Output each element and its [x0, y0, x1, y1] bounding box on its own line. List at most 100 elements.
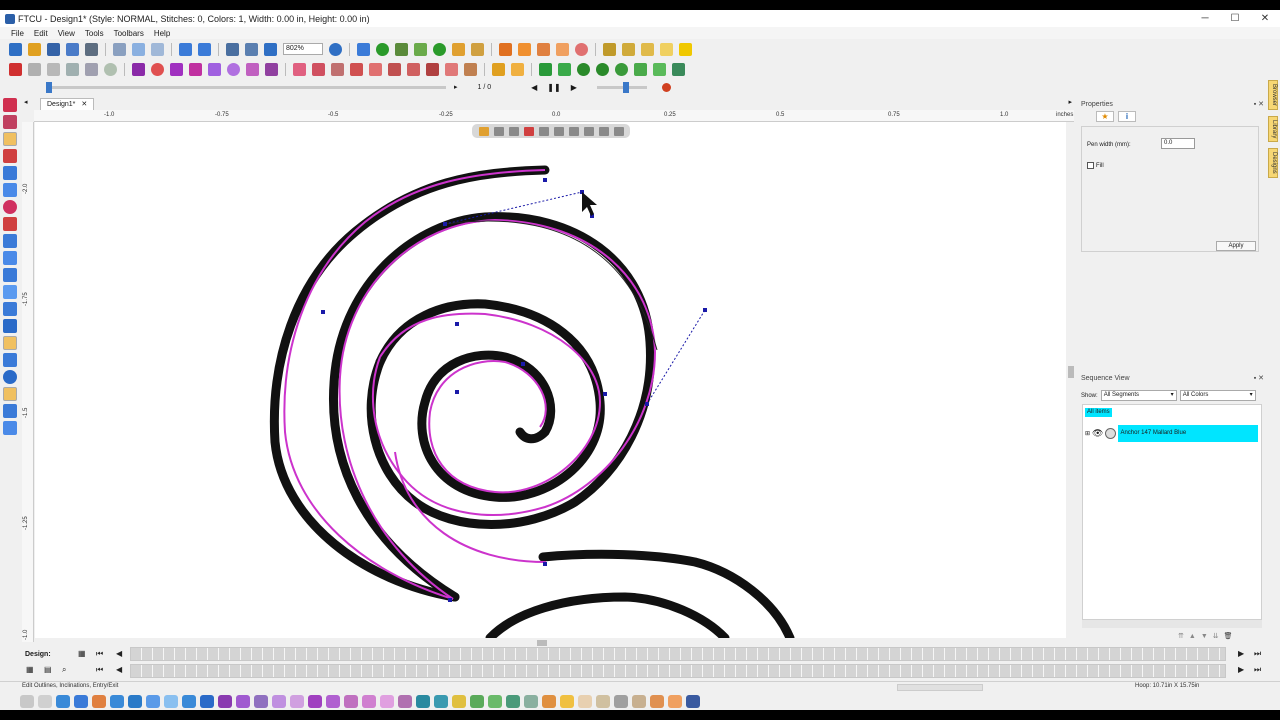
settings-gear-icon[interactable] [264, 42, 277, 56]
knife-tool-icon[interactable] [3, 217, 17, 231]
panel-close-icon[interactable]: ▪ ✕ [1254, 100, 1264, 110]
zoom-icon[interactable] [329, 42, 342, 56]
hoop-tool-icon[interactable] [3, 319, 17, 333]
star-fill-icon[interactable] [218, 695, 232, 708]
color-wheel-icon[interactable] [151, 62, 164, 76]
star-outline-icon[interactable] [236, 695, 250, 708]
wave-fill-icon[interactable] [524, 695, 538, 708]
curve-tool-icon[interactable] [3, 183, 17, 197]
move-down-icon[interactable]: ▼ [1201, 633, 1208, 640]
frame-tool-icon[interactable] [3, 302, 17, 316]
design-canvas[interactable] [35, 122, 1067, 638]
star-wave-icon[interactable] [326, 695, 340, 708]
stitch-tool-icon[interactable] [3, 336, 17, 350]
rotate-free-icon[interactable] [615, 62, 628, 76]
stitch-slider-thumb[interactable] [46, 81, 52, 93]
bean-stitch-icon[interactable] [38, 695, 52, 708]
sparkle-icon[interactable] [518, 42, 531, 56]
open-folder-icon[interactable] [28, 42, 41, 56]
play-forward-icon[interactable]: ▸ [454, 83, 458, 91]
needle-icon[interactable] [395, 42, 408, 56]
trapunto-icon[interactable] [614, 695, 628, 708]
menu-edit[interactable]: Edit [34, 29, 48, 38]
share-icon[interactable] [357, 42, 370, 56]
tab-design1[interactable]: Design1* ✕ [40, 98, 95, 110]
center-icon[interactable] [492, 62, 505, 76]
diamond-icon[interactable] [189, 62, 202, 76]
fill-icon[interactable] [471, 42, 484, 56]
circle-frame-icon[interactable] [575, 42, 588, 56]
font-icon[interactable] [132, 62, 145, 76]
net-fill-icon[interactable] [434, 695, 448, 708]
menu-view[interactable]: View [58, 29, 75, 38]
stitch-slider[interactable] [46, 81, 446, 93]
triple-run-icon[interactable] [200, 695, 214, 708]
node-point[interactable] [321, 310, 325, 314]
gradient-fill-icon[interactable] [380, 695, 394, 708]
stop-icon[interactable] [661, 82, 671, 92]
ungroup-objects-icon[interactable] [653, 62, 666, 76]
move-up-icon[interactable]: ▲ [1189, 633, 1196, 640]
frame-icon[interactable] [556, 42, 569, 56]
copy-icon[interactable] [132, 42, 145, 56]
lettering-a-icon[interactable] [686, 695, 700, 708]
lock-icon[interactable] [464, 62, 477, 76]
zoom-tool-icon[interactable] [3, 200, 17, 214]
table-icon[interactable]: ▤ [44, 665, 52, 674]
hoop-edit-icon[interactable] [641, 42, 654, 56]
pen-width-input[interactable]: 0.0 [1161, 138, 1195, 149]
fill-option[interactable]: Fill [1087, 162, 1104, 169]
tab-library[interactable]: Library [1268, 116, 1278, 143]
column-icon[interactable] [110, 695, 124, 708]
shape-tool-icon[interactable] [3, 234, 17, 248]
hand-stitch-icon[interactable] [650, 695, 664, 708]
text-tool-icon[interactable] [9, 62, 22, 76]
corner-node-icon[interactable] [553, 126, 564, 136]
view-design-icon[interactable] [226, 42, 239, 56]
delete-trash-icon[interactable]: 🗑 [1224, 632, 1233, 640]
add-node-icon[interactable] [493, 126, 504, 136]
hoop-select-icon[interactable] [622, 42, 635, 56]
speed-slider-thumb[interactable] [622, 81, 629, 93]
applique-frame-icon[interactable] [578, 695, 592, 708]
curve-node-icon[interactable] [538, 126, 549, 136]
fancy-fill-icon[interactable] [344, 695, 358, 708]
photo-stitch-icon[interactable] [542, 695, 556, 708]
star-sparkle-icon[interactable] [679, 42, 692, 56]
magic-icon[interactable] [499, 42, 512, 56]
fill-tool-icon[interactable] [3, 268, 17, 282]
tab-scroll-right-icon[interactable]: ▸ [1068, 98, 1072, 106]
duplicate-icon[interactable] [388, 62, 401, 76]
smooth-node-icon[interactable] [568, 126, 579, 136]
last-page-icon[interactable]: ⏭ [1254, 649, 1261, 659]
cut-icon[interactable] [113, 42, 126, 56]
image-tool-icon[interactable] [3, 387, 17, 401]
first-page-icon[interactable]: ⏮ [96, 649, 103, 659]
edit-outline-icon[interactable] [3, 132, 17, 146]
menu-toolbars[interactable]: Toolbars [114, 29, 144, 38]
flip-horizontal-icon[interactable] [539, 62, 552, 76]
combine-icon[interactable] [672, 62, 685, 76]
colors-select[interactable]: All Colors [1179, 390, 1256, 401]
canvas-vertical-scrollbar[interactable] [1066, 122, 1076, 638]
node-point[interactable] [543, 562, 547, 566]
node-tool-icon[interactable] [3, 370, 17, 384]
move-bottom-icon[interactable]: ⇊ [1213, 632, 1219, 640]
chenille-icon[interactable] [632, 695, 646, 708]
column-fill-icon[interactable] [146, 695, 160, 708]
expand-icon[interactable]: ⊞ [1085, 430, 1090, 437]
search-icon[interactable]: ⌕ [62, 665, 66, 675]
star-burst-icon[interactable] [170, 62, 183, 76]
paste-icon[interactable] [151, 42, 164, 56]
entry-exit-icon[interactable] [613, 126, 624, 136]
save-as-icon[interactable] [66, 42, 79, 56]
segments-select[interactable]: All Segments [1100, 390, 1177, 401]
fill-checkbox[interactable] [1087, 162, 1094, 169]
visibility-eye-icon[interactable]: 👁 [1092, 428, 1103, 439]
group-icon[interactable] [85, 62, 98, 76]
contour-fill-icon[interactable] [470, 695, 484, 708]
step-back-icon[interactable]: ◀ [531, 83, 537, 92]
tab-favorites-star-icon[interactable]: ★ [1096, 111, 1114, 122]
tab-designs[interactable]: Designs [1268, 148, 1278, 179]
node-point[interactable] [543, 178, 547, 182]
